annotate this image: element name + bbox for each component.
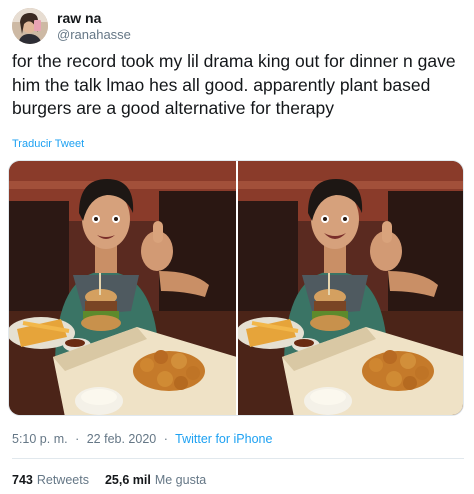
meta-separator: · [75,432,80,446]
divider [12,458,464,459]
retweets-count: 743 [12,473,33,487]
tweet-date[interactable]: 22 feb. 2020 [87,432,157,446]
tweet-header: raw na @ranahasse [12,8,131,44]
tweet-media [8,160,464,416]
likes-label: Me gusta [154,473,207,487]
boy-with-burger-photo [9,161,236,415]
tweet-meta: 5:10 p. m. · 22 feb. 2020 · Twitter for … [12,432,272,446]
retweets-label: Retweets [36,473,89,487]
user-handle[interactable]: @ranahasse [57,27,131,43]
display-name[interactable]: raw na [57,10,131,27]
avatar[interactable] [12,8,48,44]
tweet-photo-1[interactable] [9,161,236,415]
retweets-stat[interactable]: 743 Retweets [12,473,89,487]
likes-count: 25,6 mil [104,473,151,487]
translate-tweet-link[interactable]: Traducir Tweet [12,138,84,150]
tweet-photo-2[interactable] [236,161,463,415]
boy-with-burger-photo [238,161,463,415]
avatar-image [12,8,48,44]
likes-stat[interactable]: 25,6 mil Me gusta [105,473,206,487]
tweet-stats: 743 Retweets 25,6 mil Me gusta [12,473,222,487]
tweet-source-link[interactable]: Twitter for iPhone [175,432,272,446]
meta-separator: · [163,432,168,446]
tweet-text: for the record took my lil drama king ou… [12,51,456,118]
tweet-time[interactable]: 5:10 p. m. [12,432,68,446]
